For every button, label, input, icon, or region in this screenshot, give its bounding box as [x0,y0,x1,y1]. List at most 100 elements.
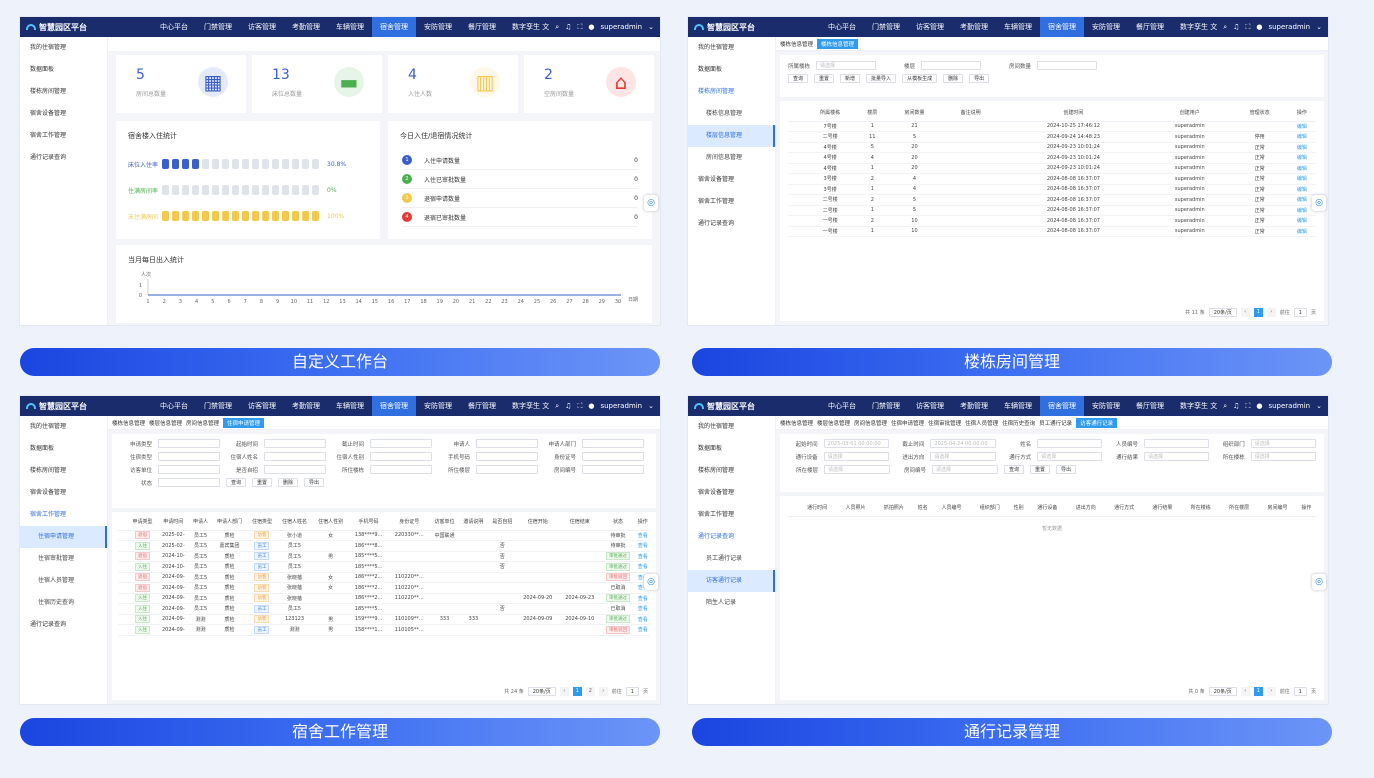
toolbar-button[interactable]: 查询 [788,74,809,83]
filter-input[interactable] [1037,439,1103,448]
nav-item[interactable]: 中心平台 [820,396,864,416]
nav-item[interactable]: 访客管理 [240,17,284,37]
nav-item[interactable]: 车辆管理 [996,396,1040,416]
sidebar-item[interactable]: 通行记录查询 [688,213,775,235]
fullscreen-icon[interactable]: ⛶ [577,23,582,32]
sidebar-item[interactable]: 员工通行记录 [688,548,775,570]
table-cell[interactable]: 查看 [635,614,650,625]
translate-icon[interactable]: 文 [542,22,549,32]
assistant-icon[interactable]: ◎ [644,195,658,211]
nav-item[interactable]: 餐厅管理 [460,396,504,416]
table-cell[interactable]: 查看 [635,540,650,552]
translate-icon[interactable]: 文 [542,401,549,411]
page-button-1[interactable]: 1 [572,687,582,696]
nav-item[interactable]: 门禁管理 [196,17,240,37]
tab[interactable]: 住宿人员管理 [965,419,998,427]
filter-input[interactable] [476,465,538,474]
toolbar-button[interactable]: 新增 [840,74,861,83]
goto-input[interactable]: 1 [1293,308,1307,317]
nav-item[interactable]: 中心平台 [820,17,864,37]
table-cell[interactable]: 编辑 [1287,173,1316,185]
sidebar-item[interactable]: 数据面板 [20,59,107,81]
tab[interactable]: 访客通行记录 [1076,417,1118,428]
nav-item[interactable]: 访客管理 [240,396,284,416]
filter-input[interactable]: 请选择 [930,452,996,461]
table-cell[interactable]: 查看 [635,561,650,573]
user-name[interactable]: superadmin [1268,402,1310,410]
filter-input[interactable] [158,465,220,474]
translate-icon[interactable]: 文 [1210,22,1217,32]
row-checkbox[interactable] [788,121,802,132]
nav-item[interactable]: 宿舍管理 [1040,396,1084,416]
filter-input[interactable] [158,439,220,448]
nav-item[interactable]: 门禁管理 [864,17,908,37]
row-checkbox[interactable] [118,624,128,636]
row-checkbox[interactable] [788,194,802,206]
filter-input[interactable] [264,465,326,474]
filter-input[interactable] [476,439,538,448]
sidebar-item[interactable]: 我的住宿管理 [20,416,107,438]
nav-item[interactable]: 考勤管理 [284,396,328,416]
row-checkbox[interactable] [788,131,802,143]
row-checkbox[interactable] [118,582,128,594]
toolbar-button[interactable]: 删除 [278,478,299,487]
filter-input[interactable] [264,452,326,461]
table-cell[interactable]: 查看 [635,593,650,604]
tab[interactable]: 楼层信息管理 [817,419,850,427]
sidebar-item[interactable]: 我的住宿管理 [688,37,775,59]
avatar[interactable]: ● [588,23,594,31]
goto-input[interactable]: 1 [1293,687,1307,696]
table-cell[interactable]: 编辑 [1287,131,1316,143]
nav-item[interactable]: 考勤管理 [284,17,328,37]
tab[interactable]: 住宿审批管理 [928,419,961,427]
user-name[interactable]: superadmin [1268,23,1310,31]
prev-page-button[interactable]: ‹ [1240,687,1250,696]
tab[interactable]: 楼栋信息管理 [780,40,813,48]
select-all-checkbox[interactable] [788,105,802,122]
filter-input[interactable]: 请选择 [1250,452,1316,461]
sidebar-item[interactable]: 宿舍设备管理 [688,482,775,504]
sidebar-item[interactable]: 通行记录查询 [20,614,107,636]
sidebar-item[interactable]: 楼栋房间管理 [688,460,775,482]
table-cell[interactable]: 编辑 [1287,163,1316,174]
filter-input[interactable] [370,452,432,461]
filter-input[interactable] [582,465,644,474]
filter-input[interactable]: 请选择 [1037,452,1103,461]
page-button-2[interactable]: 2 [585,687,595,696]
goto-input[interactable]: 1 [625,687,639,696]
filter-input[interactable]: 请选择 [823,452,889,461]
filter-input[interactable] [370,439,432,448]
sidebar-item[interactable]: 宿舍工作管理 [20,504,107,526]
table-cell[interactable]: 查看 [635,551,650,562]
prev-page-button[interactable]: ‹ [559,687,569,696]
next-page-button[interactable]: › [1266,308,1276,317]
toolbar-button[interactable]: 导出 [1056,465,1077,474]
bell-icon[interactable]: ♫ [1233,23,1239,31]
row-checkbox[interactable] [788,184,802,195]
toolbar-button[interactable]: 查询 [226,478,247,487]
filter-input[interactable]: 2025-04-24 00:00:00 [930,439,996,448]
assistant-icon[interactable]: ◎ [1312,195,1326,211]
filter-input[interactable] [370,465,432,474]
toolbar-button[interactable]: 重置 [252,478,273,487]
page-button[interactable]: 1 [1253,308,1263,317]
row-checkbox[interactable] [118,593,128,604]
row-checkbox[interactable] [118,551,128,562]
nav-item[interactable]: 车辆管理 [328,17,372,37]
sidebar-item[interactable]: 住宿人员管理 [20,570,107,592]
table-cell[interactable]: 查看 [635,530,650,541]
filter-input[interactable] [158,478,220,487]
nav-item[interactable]: 餐厅管理 [1128,17,1172,37]
avatar[interactable]: ● [1256,402,1262,410]
prev-page-button[interactable]: ‹ [1240,308,1250,317]
nav-item[interactable]: 中心平台 [152,17,196,37]
sidebar-item[interactable]: 数据面板 [688,438,775,460]
toolbar-button[interactable]: 删除 [943,74,964,83]
search-icon[interactable]: ⌕ [1223,402,1227,411]
row-checkbox[interactable] [118,603,128,615]
row-checkbox[interactable] [788,152,802,164]
sidebar-item[interactable]: 我的住宿管理 [688,416,775,438]
fullscreen-icon[interactable]: ⛶ [1245,23,1250,32]
filter-input[interactable] [158,452,220,461]
toolbar-button[interactable]: 导出 [304,478,325,487]
